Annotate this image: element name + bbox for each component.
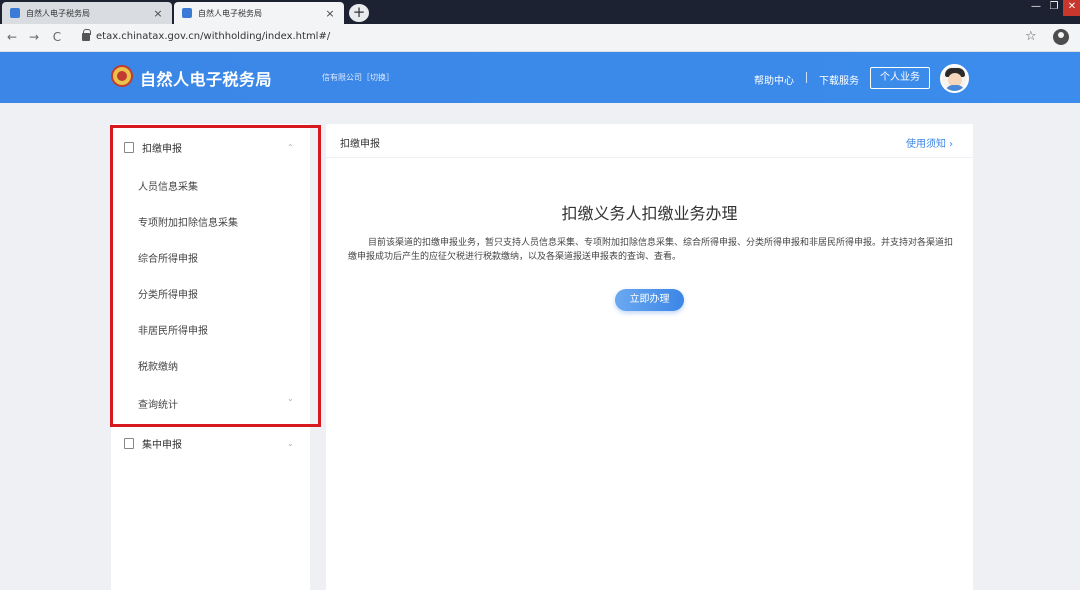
browser-tab[interactable]: 自然人电子税务局 × <box>2 2 172 24</box>
tab-title: 自然人电子税务局 <box>26 8 90 18</box>
header-divider <box>806 72 807 83</box>
usage-notice-link[interactable]: 使用须知 › <box>906 135 953 150</box>
address-bar: ← → C etax.chinatax.gov.cn/withholding/i… <box>0 24 1080 52</box>
help-center-link[interactable]: 帮助中心 <box>754 72 794 87</box>
site-favicon-icon <box>182 8 192 18</box>
lock-icon[interactable] <box>82 29 91 41</box>
sidebar-group-label: 集中申报 <box>142 439 182 451</box>
reload-icon[interactable]: C <box>50 30 64 44</box>
close-window-button[interactable]: ✕ <box>1063 0 1080 16</box>
main-panel: 扣缴申报 使用须知 › 扣缴义务人扣缴业务办理 目前该渠道的扣缴申报业务，暂只支… <box>326 124 973 590</box>
panel-title: 扣缴申报 <box>340 139 380 150</box>
site-brand[interactable]: 自然人电子税务局 <box>140 66 272 90</box>
avatar[interactable] <box>940 64 969 93</box>
bookmark-star-icon[interactable]: ☆ <box>1025 29 1037 44</box>
personal-business-button[interactable]: 个人业务 <box>870 67 930 89</box>
start-now-button[interactable]: 立即办理 <box>615 289 684 311</box>
company-switch-link[interactable]: 信有限公司［切换］ <box>322 72 394 83</box>
sidebar-group-centralized[interactable]: 集中申报 ⌄ <box>111 425 310 461</box>
url-field[interactable]: etax.chinatax.gov.cn/withholding/index.h… <box>96 31 330 42</box>
profile-icon[interactable] <box>1053 29 1069 45</box>
forward-arrow-icon[interactable]: → <box>27 30 41 44</box>
description-text: 目前该渠道的扣缴申报业务，暂只支持人员信息采集、专项附加扣除信息采集、综合所得申… <box>348 238 954 262</box>
close-tab-icon[interactable]: × <box>324 7 336 20</box>
chevron-down-icon: ⌄ <box>287 438 294 448</box>
browser-tab-active[interactable]: 自然人电子税务局 × <box>174 2 344 24</box>
browser-tab-bar: 自然人电子税务局 × 自然人电子税务局 × + — ❐ ✕ <box>0 0 1080 24</box>
maximize-button[interactable]: ❐ <box>1045 0 1063 16</box>
tab-title: 自然人电子税务局 <box>198 8 262 18</box>
panel-header: 扣缴申报 使用须知 › <box>326 124 973 158</box>
new-tab-button[interactable]: + <box>349 4 369 22</box>
back-arrow-icon[interactable]: ← <box>5 30 19 44</box>
document-icon <box>124 437 134 449</box>
highlight-annotation-box <box>110 125 321 427</box>
download-service-link[interactable]: 下载服务 <box>819 72 859 87</box>
minimize-button[interactable]: — <box>1027 0 1045 16</box>
site-favicon-icon <box>10 8 20 18</box>
tax-emblem-icon <box>111 65 133 87</box>
page-title: 扣缴义务人扣缴业务办理 <box>561 204 738 223</box>
close-tab-icon[interactable]: × <box>152 7 164 20</box>
